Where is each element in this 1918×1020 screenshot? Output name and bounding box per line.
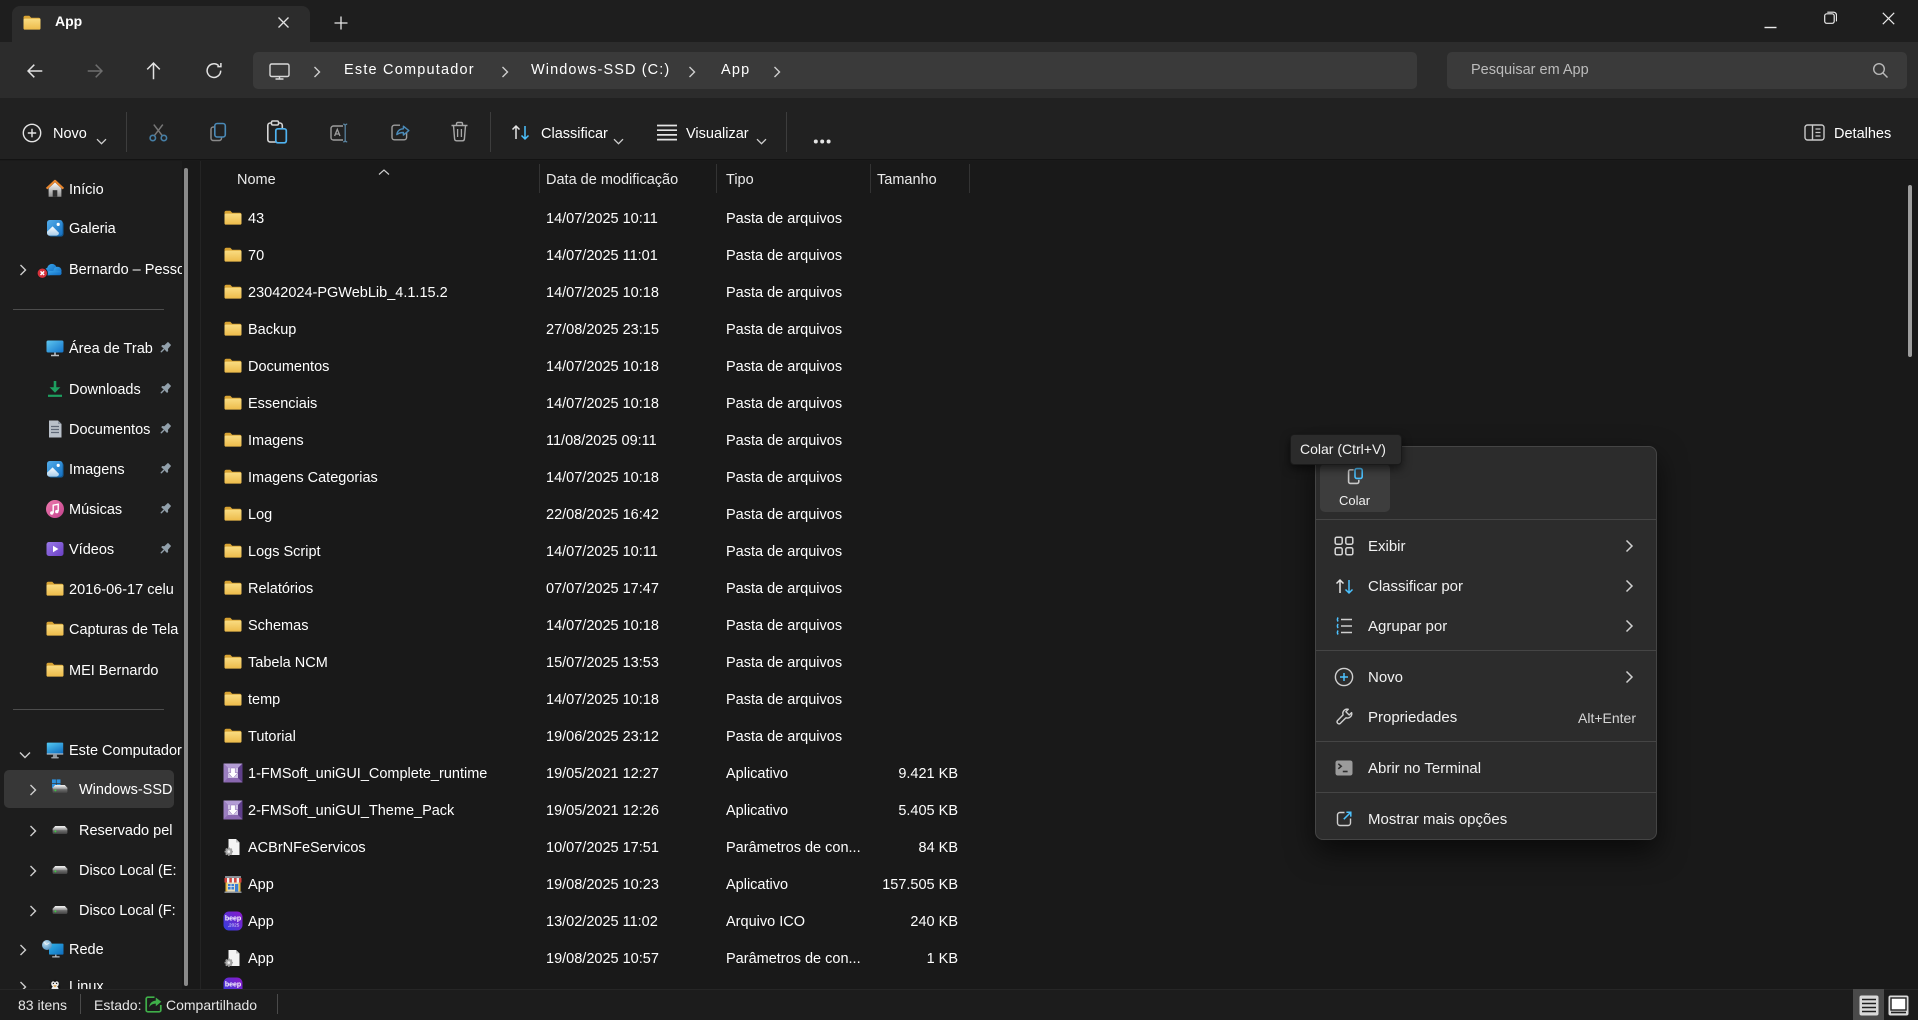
- svg-text:,2025: ,2025: [228, 922, 240, 927]
